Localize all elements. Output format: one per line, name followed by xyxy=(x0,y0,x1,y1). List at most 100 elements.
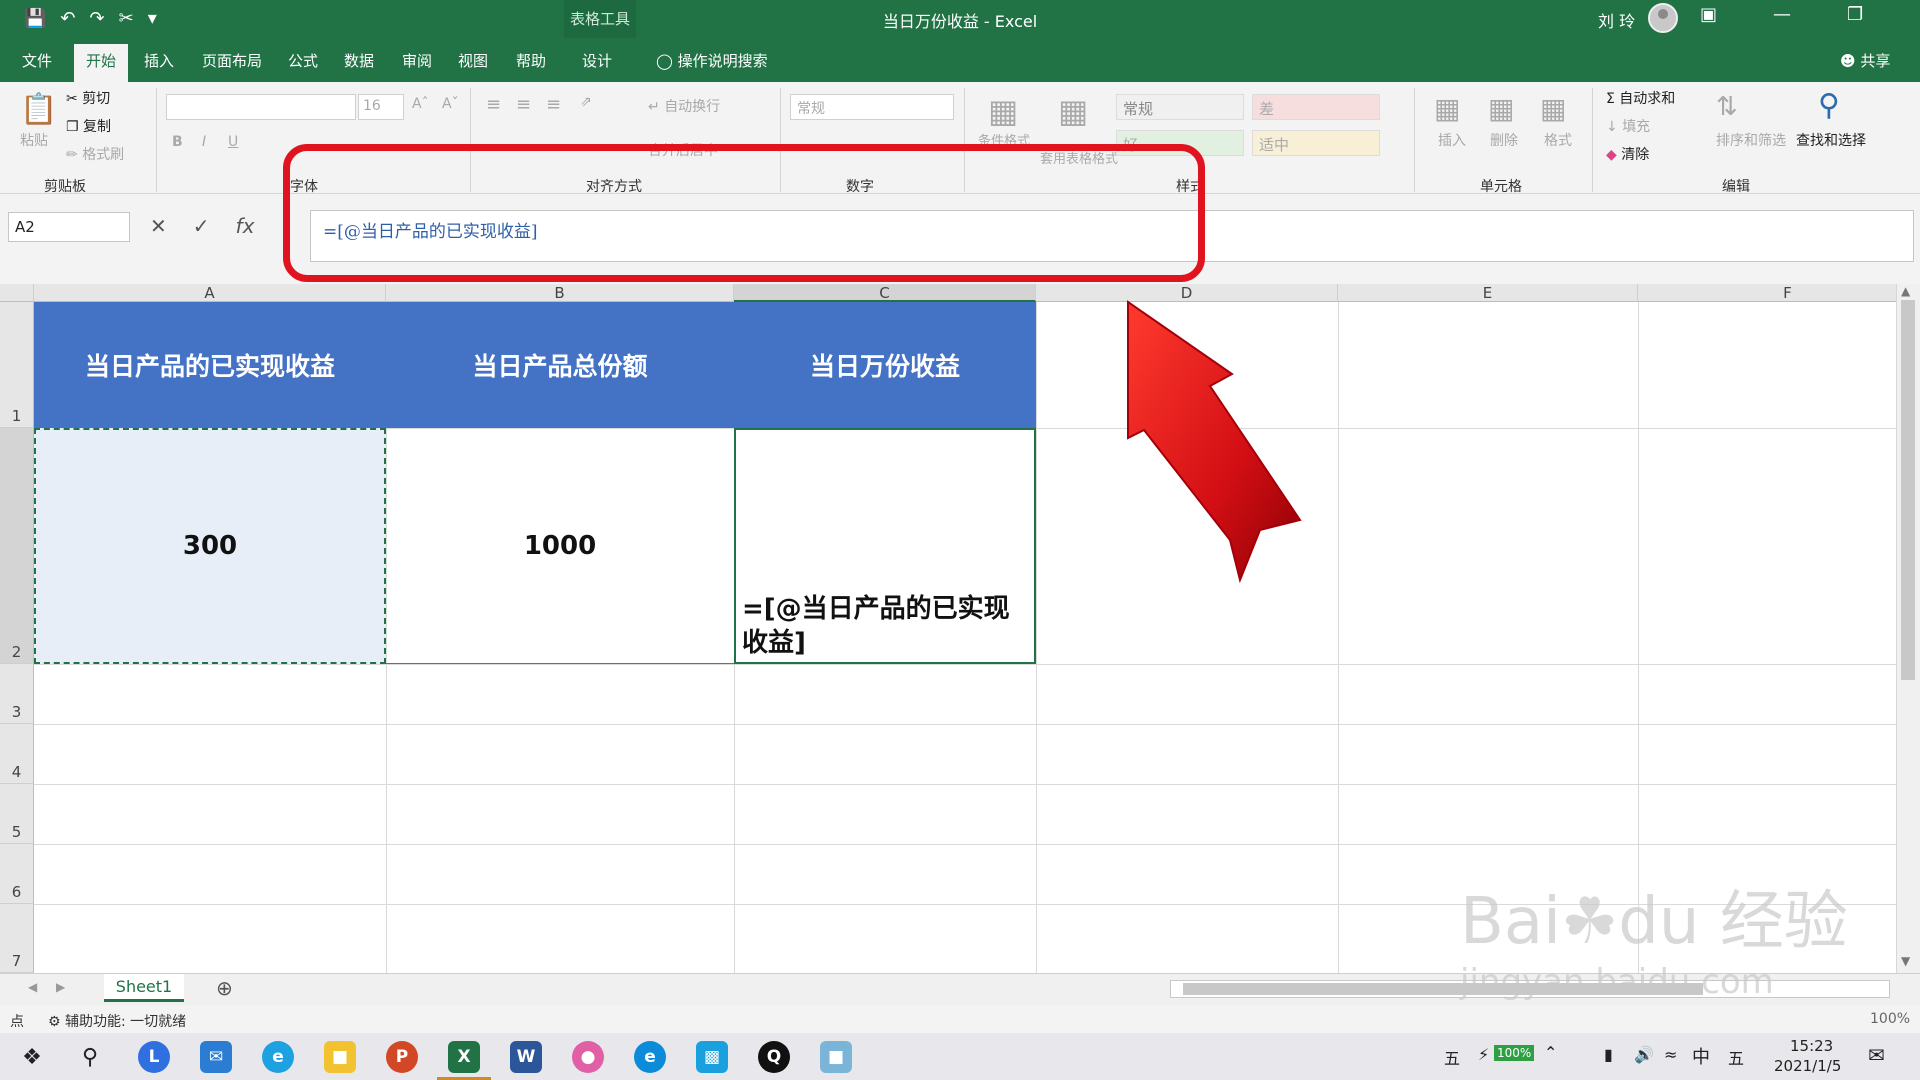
font-size-select[interactable]: 16 xyxy=(358,94,404,120)
style-neutral[interactable]: 适中 xyxy=(1252,130,1380,156)
autosum-button[interactable]: Σ 自动求和 xyxy=(1606,88,1675,108)
cell-b2[interactable]: 1000 xyxy=(386,428,734,664)
tab-view[interactable]: 视图 xyxy=(458,50,488,71)
cell-b1[interactable]: 当日产品总份额 xyxy=(386,302,734,428)
row-header-4[interactable]: 4 xyxy=(0,724,34,784)
format-cells-button[interactable]: 格式 xyxy=(1544,130,1572,150)
style-normal[interactable]: 常规 xyxy=(1116,94,1244,120)
tab-review[interactable]: 审阅 xyxy=(402,50,432,71)
tab-file[interactable]: 文件 xyxy=(22,50,52,71)
delete-cells-icon[interactable]: ▦ xyxy=(1488,92,1514,125)
power-icon[interactable]: ▮ xyxy=(1604,1045,1613,1064)
tab-help[interactable]: 帮助 xyxy=(516,50,546,71)
insert-cells-button[interactable]: 插入 xyxy=(1438,130,1466,150)
ime-mode[interactable]: 五 xyxy=(1444,1045,1460,1069)
scroll-up-icon[interactable]: ▲ xyxy=(1901,284,1910,298)
orientation-icon[interactable]: ⇗ xyxy=(580,94,592,110)
qq-icon[interactable]: Q xyxy=(758,1041,790,1073)
column-header-e[interactable]: E xyxy=(1338,284,1638,302)
paste-icon[interactable]: 📋 xyxy=(20,92,57,127)
add-sheet-icon[interactable]: ⊕ xyxy=(216,976,233,1000)
paint-icon[interactable]: ● xyxy=(572,1041,604,1073)
sort-filter-icon[interactable]: ⇅ xyxy=(1716,92,1738,122)
find-select-button[interactable]: 查找和选择 xyxy=(1796,130,1866,150)
select-all-corner[interactable] xyxy=(0,284,34,302)
italic-button[interactable]: I xyxy=(202,134,206,150)
delete-cells-button[interactable]: 删除 xyxy=(1490,130,1518,150)
bold-button[interactable]: B xyxy=(172,134,183,150)
column-header-b[interactable]: B xyxy=(386,284,734,302)
edge-browser-icon[interactable]: e xyxy=(634,1041,666,1073)
minimize-icon[interactable]: — xyxy=(1773,4,1791,25)
search-icon[interactable]: ⚲ xyxy=(74,1041,106,1073)
row-header-7[interactable]: 7 xyxy=(0,904,34,973)
sheet-tab-sheet1[interactable]: Sheet1 xyxy=(104,974,184,1002)
enter-icon[interactable]: ✓ xyxy=(193,214,210,238)
wifi-icon[interactable]: ≈ xyxy=(1664,1045,1677,1064)
cell-a2[interactable]: 300 xyxy=(34,428,386,664)
ime-wubi[interactable]: 五 xyxy=(1728,1045,1744,1069)
column-header-a[interactable]: A xyxy=(34,284,386,302)
tab-insert[interactable]: 插入 xyxy=(144,50,174,71)
file-explorer-icon[interactable]: ■ xyxy=(324,1041,356,1073)
column-header-c[interactable]: C xyxy=(734,284,1036,302)
underline-button[interactable]: U xyxy=(228,134,238,150)
cell-c2[interactable]: =[@当日产品的已实现收益] xyxy=(734,428,1036,664)
row-header-1[interactable]: 1 xyxy=(0,302,34,428)
format-cells-icon[interactable]: ▦ xyxy=(1540,92,1566,125)
number-format-select[interactable]: 常规 xyxy=(790,94,954,120)
powerpoint-icon[interactable]: P xyxy=(386,1041,418,1073)
windows-start-icon[interactable]: ❖ xyxy=(16,1041,48,1073)
vertical-scrollbar[interactable]: ▲ ▼ xyxy=(1896,284,1920,973)
screen-tool-icon[interactable]: ▩ xyxy=(696,1041,728,1073)
word-icon[interactable]: W xyxy=(510,1041,542,1073)
mail-icon[interactable]: ✉ xyxy=(200,1041,232,1073)
tab-design[interactable]: 设计 xyxy=(582,50,612,71)
battery-icon[interactable]: ⚡ xyxy=(1478,1045,1489,1064)
insert-cells-icon[interactable]: ▦ xyxy=(1434,92,1460,125)
shrink-font-icon[interactable]: Aˇ xyxy=(442,96,459,112)
clock-date[interactable]: 2021/1/5 xyxy=(1774,1057,1841,1075)
tab-data[interactable]: 数据 xyxy=(344,50,374,71)
accessibility-status[interactable]: ⚙ 辅助功能: 一切就绪 xyxy=(48,1011,186,1031)
row-header-3[interactable]: 3 xyxy=(0,664,34,724)
user-name[interactable]: 刘 玲 xyxy=(1598,8,1635,32)
ribbon-display-icon[interactable]: ▣ xyxy=(1700,4,1717,25)
row-header-2[interactable]: 2 xyxy=(0,428,34,664)
notes-app-icon[interactable]: ■ xyxy=(820,1041,852,1073)
magnifier-icon[interactable]: ⚲ xyxy=(1818,88,1840,123)
align-top-icon[interactable]: ≡ xyxy=(486,94,501,115)
restore-icon[interactable]: ❐ xyxy=(1847,4,1863,25)
cut-button[interactable]: ✂ 剪切 xyxy=(66,88,110,108)
align-middle-icon[interactable]: ≡ xyxy=(516,94,531,115)
fill-button[interactable]: ↓ 填充 xyxy=(1606,116,1650,136)
ime-language[interactable]: 中 xyxy=(1692,1043,1710,1069)
sort-filter-button[interactable]: 排序和筛选 xyxy=(1716,130,1786,150)
volume-icon[interactable]: 🔊 xyxy=(1634,1045,1654,1064)
copy-button[interactable]: ❐ 复制 xyxy=(66,116,111,136)
excel-icon[interactable]: X xyxy=(448,1041,480,1073)
style-bad[interactable]: 差 xyxy=(1252,94,1380,120)
column-header-f[interactable]: F xyxy=(1638,284,1896,302)
conditional-format-icon[interactable]: ▦ xyxy=(988,92,1018,130)
tab-home[interactable]: 开始 xyxy=(74,44,129,82)
scroll-thumb[interactable] xyxy=(1901,300,1915,680)
chevron-up-icon[interactable]: ⌃ xyxy=(1544,1043,1557,1062)
prev-sheet-icon[interactable]: ◀ xyxy=(28,980,37,994)
align-bottom-icon[interactable]: ≡ xyxy=(546,94,561,115)
avatar[interactable] xyxy=(1648,3,1678,33)
zoom-level[interactable]: 100% xyxy=(1870,1011,1910,1027)
clock-time[interactable]: 15:23 xyxy=(1790,1037,1833,1055)
name-box[interactable]: A2 xyxy=(8,212,130,242)
paste-button[interactable]: 粘贴 xyxy=(20,130,48,150)
notification-icon[interactable]: ✉ xyxy=(1868,1043,1885,1067)
font-name-select[interactable] xyxy=(166,94,356,120)
app-l-icon[interactable]: L xyxy=(138,1041,170,1073)
tell-me-search[interactable]: ◯ 操作说明搜索 xyxy=(656,50,768,71)
tab-page-layout[interactable]: 页面布局 xyxy=(202,50,262,71)
row-header-5[interactable]: 5 xyxy=(0,784,34,844)
next-sheet-icon[interactable]: ▶ xyxy=(56,980,65,994)
clear-button[interactable]: ◆ 清除 xyxy=(1606,144,1649,164)
share-button[interactable]: ☻ 共享 xyxy=(1840,50,1890,71)
cell-c1[interactable]: 当日万份收益 xyxy=(734,302,1036,428)
